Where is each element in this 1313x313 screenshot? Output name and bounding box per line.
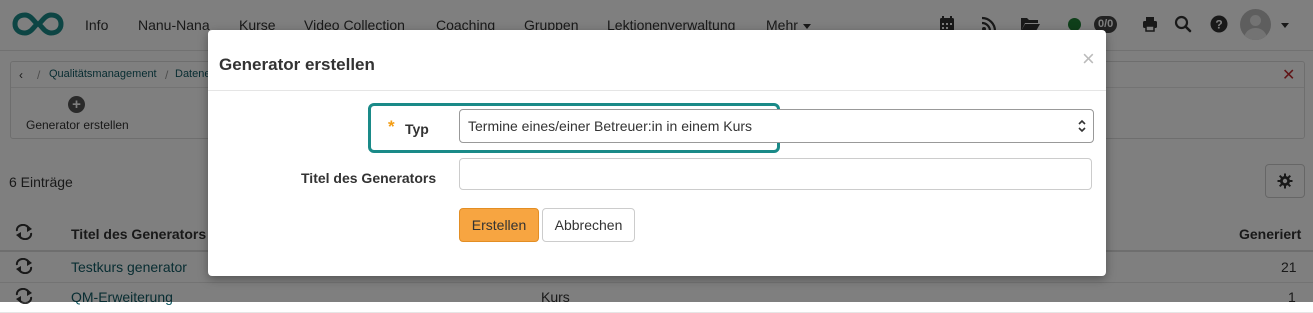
cancel-button[interactable]: Abbrechen xyxy=(542,208,635,242)
type-label: Typ xyxy=(405,121,429,137)
dialog-title: Generator erstellen xyxy=(219,55,375,74)
type-select[interactable]: Termine eines/einer Betreuer:in in einem… xyxy=(459,109,1094,143)
generator-title-input[interactable] xyxy=(459,158,1092,190)
create-generator-dialog: Generator erstellen × * Typ Termine eine… xyxy=(208,30,1106,276)
generator-title-label: Titel des Generators xyxy=(301,170,437,186)
select-arrows-icon xyxy=(1078,119,1086,133)
required-star-icon: * xyxy=(388,117,395,136)
type-select-value: Termine eines/einer Betreuer:in in einem… xyxy=(468,118,753,134)
create-button[interactable]: Erstellen xyxy=(459,208,539,242)
close-icon[interactable]: × xyxy=(1082,48,1095,70)
dialog-header: Generator erstellen × xyxy=(208,30,1106,91)
